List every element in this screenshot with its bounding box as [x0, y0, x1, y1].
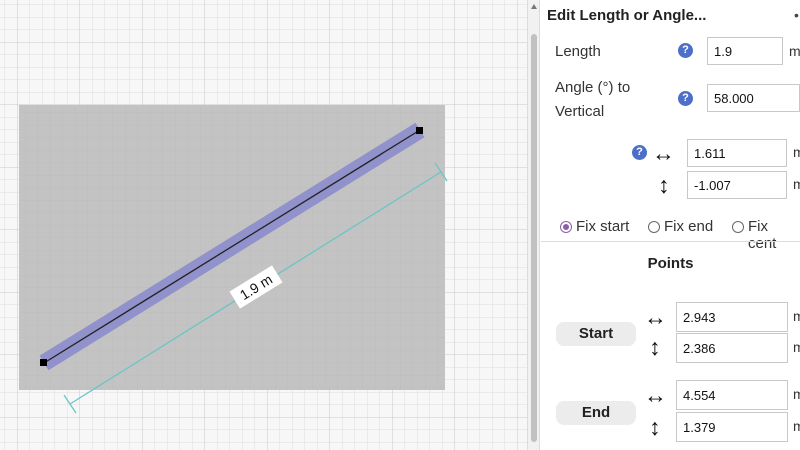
scrollbar-thumb[interactable]	[531, 34, 537, 442]
end-y-arrow-icon: ↕	[649, 414, 661, 440]
start-x-input[interactable]	[676, 302, 788, 332]
fix-start-radio[interactable]	[560, 221, 572, 233]
dy-unit: m	[793, 176, 800, 192]
angle-label-line1: Angle (°) to	[555, 79, 631, 96]
start-x-unit: m	[793, 308, 800, 324]
panel-scrollbar[interactable]	[527, 0, 540, 450]
points-title: Points	[647, 255, 694, 272]
length-input[interactable]	[707, 37, 783, 65]
angle-help-icon[interactable]: ?	[678, 91, 693, 106]
start-y-input[interactable]	[676, 333, 788, 363]
length-help-icon[interactable]: ?	[678, 43, 693, 58]
start-y-unit: m	[793, 339, 800, 355]
drawing-canvas[interactable]: 1.9 m	[0, 0, 527, 450]
fix-end-label[interactable]: Fix end	[664, 218, 713, 235]
end-x-input[interactable]	[676, 380, 788, 410]
length-unit: m	[789, 43, 800, 59]
dy-input[interactable]	[687, 171, 787, 199]
end-x-unit: m	[793, 386, 800, 402]
end-point-button[interactable]: End	[556, 401, 636, 425]
angle-label-line2: Vertical	[555, 103, 605, 120]
start-y-arrow-icon: ↕	[649, 334, 661, 360]
segment-start-handle	[40, 359, 47, 366]
length-label: Length	[555, 43, 601, 60]
fix-start-label[interactable]: Fix start	[576, 218, 629, 235]
scroll-up-icon[interactable]	[531, 4, 537, 9]
edit-panel: Edit Length or Angle... • Length ? m Ang…	[541, 0, 800, 450]
section-divider	[541, 241, 800, 242]
end-x-arrow-icon: ↔	[644, 382, 667, 408]
angle-input[interactable]	[707, 84, 800, 112]
segment-end-handle	[416, 127, 423, 134]
end-y-input[interactable]	[676, 412, 788, 442]
dx-input[interactable]	[687, 139, 787, 167]
fix-end-radio[interactable]	[648, 221, 660, 233]
panel-title-trailing: •	[794, 7, 799, 23]
start-x-arrow-icon: ↔	[644, 304, 667, 330]
horizontal-arrow-icon: ↔	[652, 140, 675, 166]
panel-title: Edit Length or Angle...	[547, 7, 707, 24]
fix-options: Fix start Fix end Fix cent	[541, 218, 800, 252]
canvas-svg: 1.9 m	[0, 0, 527, 450]
vertical-arrow-icon: ↕	[658, 172, 670, 198]
fix-center-label[interactable]: Fix cent	[748, 218, 800, 252]
start-point-button[interactable]: Start	[556, 322, 636, 346]
end-y-unit: m	[793, 418, 800, 434]
dx-unit: m	[793, 144, 800, 160]
components-help-icon[interactable]: ?	[632, 145, 647, 160]
fix-center-radio[interactable]	[732, 221, 744, 233]
